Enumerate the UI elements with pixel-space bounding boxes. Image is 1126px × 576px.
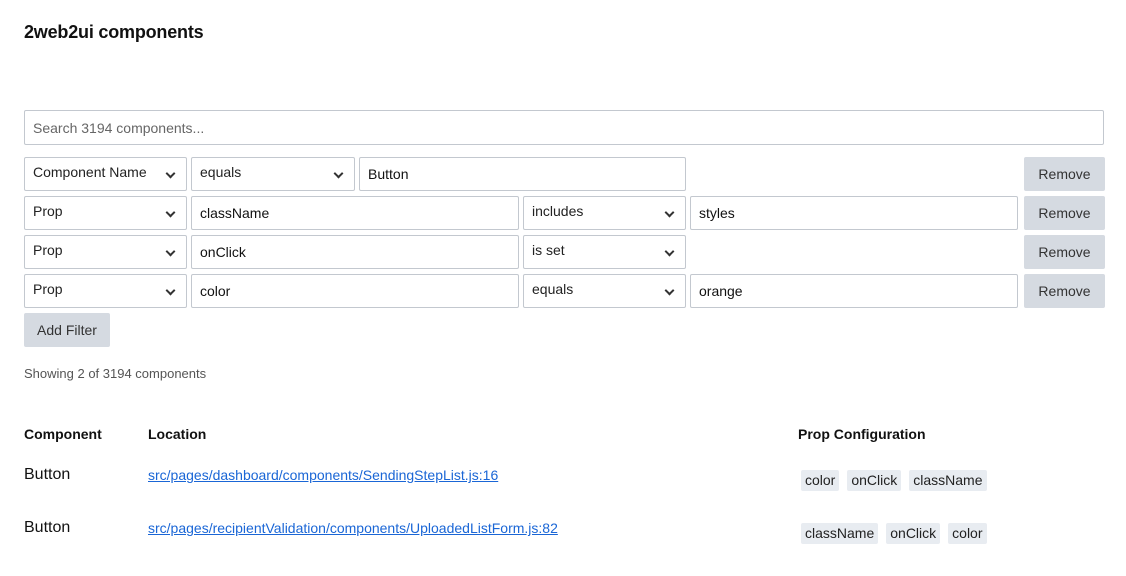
filter-row: Prop is set Remove (24, 235, 1105, 269)
filter-operator-select[interactable]: equals (191, 157, 355, 191)
prop-tag: className (909, 470, 987, 491)
filter-operator-select[interactable]: includes (523, 196, 686, 230)
chevron-down-icon (333, 168, 344, 179)
chevron-down-icon (165, 207, 176, 218)
remove-filter-button[interactable]: Remove (1024, 157, 1105, 191)
prop-tag: onClick (886, 523, 941, 544)
prop-tag: className (801, 523, 879, 544)
search-input[interactable] (24, 110, 1104, 145)
filter-type-select[interactable]: Prop (24, 274, 187, 308)
prop-tag: color (801, 470, 840, 491)
component-name: Button (24, 466, 71, 483)
prop-name-input[interactable] (191, 235, 519, 269)
prop-tags: className onClick color (801, 523, 987, 544)
prop-tag: color (948, 523, 987, 544)
column-header-component: Component (24, 426, 102, 442)
column-header-prop-configuration: Prop Configuration (798, 426, 926, 442)
remove-filter-button[interactable]: Remove (1024, 235, 1105, 269)
chevron-down-icon (165, 168, 176, 179)
location-link[interactable]: src/pages/recipientValidation/components… (148, 520, 558, 536)
filter-operator-value: equals (532, 281, 574, 297)
filter-type-select[interactable]: Component Name (24, 157, 187, 191)
prop-tag: onClick (847, 470, 902, 491)
filter-type-value: Component Name (33, 164, 147, 180)
filter-row: Component Name equals Remove (24, 157, 1105, 191)
location-link[interactable]: src/pages/dashboard/components/SendingSt… (148, 467, 498, 483)
filter-value-input[interactable] (690, 196, 1018, 230)
remove-filter-button[interactable]: Remove (1024, 196, 1105, 230)
add-filter-button[interactable]: Add Filter (24, 313, 110, 347)
remove-filter-button[interactable]: Remove (1024, 274, 1105, 308)
chevron-down-icon (664, 207, 675, 218)
filter-value-input[interactable] (359, 157, 686, 191)
prop-tags: color onClick className (801, 470, 987, 491)
prop-name-input[interactable] (191, 196, 519, 230)
filter-type-select[interactable]: Prop (24, 235, 187, 269)
column-header-location: Location (148, 426, 207, 442)
chevron-down-icon (664, 246, 675, 257)
filter-row: Prop equals Remove (24, 274, 1105, 308)
results-count: Showing 2 of 3194 components (24, 366, 207, 381)
filter-operator-value: includes (532, 203, 584, 219)
chevron-down-icon (165, 246, 176, 257)
filter-type-value: Prop (33, 281, 63, 297)
filter-operator-value: equals (200, 164, 242, 180)
page-title: 2web2ui components (24, 22, 204, 42)
filter-operator-value: is set (532, 242, 565, 258)
filter-type-value: Prop (33, 242, 63, 258)
chevron-down-icon (664, 285, 675, 296)
filter-operator-select[interactable]: is set (523, 235, 686, 269)
filter-type-select[interactable]: Prop (24, 196, 187, 230)
component-name: Button (24, 519, 71, 536)
filter-type-value: Prop (33, 203, 63, 219)
filter-row: Prop includes Remove (24, 196, 1105, 230)
chevron-down-icon (165, 285, 176, 296)
filter-value-input[interactable] (690, 274, 1018, 308)
prop-name-input[interactable] (191, 274, 519, 308)
filter-operator-select[interactable]: equals (523, 274, 686, 308)
